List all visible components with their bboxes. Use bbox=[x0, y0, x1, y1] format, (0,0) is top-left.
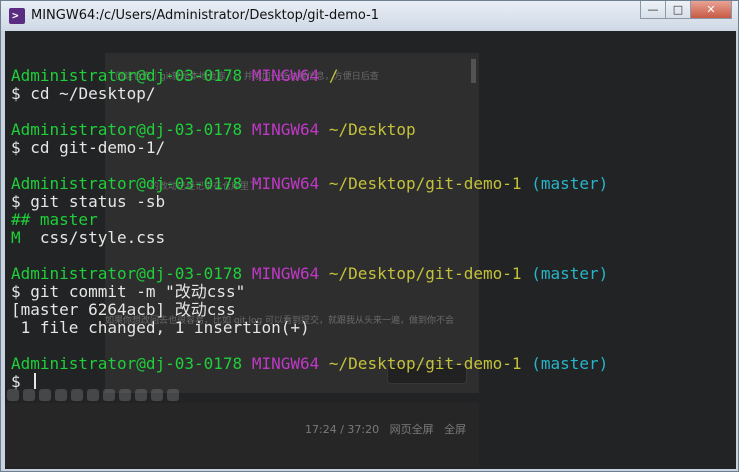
command-line: $ cd git-demo-1/ bbox=[11, 139, 608, 157]
command-line: $ git commit -m "改动css" bbox=[11, 283, 608, 301]
prompt-branch: (master) bbox=[531, 264, 609, 283]
prompt-path: / bbox=[328, 66, 339, 85]
prompt-path: ~/Desktop bbox=[328, 120, 416, 139]
background-time-readout: 17:24 / 37:20 bbox=[305, 423, 380, 436]
terminal-area[interactable]: 创建仓库｜git就是本地仓库｜，并添加一些注释信息，方便日后查 的改动已经记录在… bbox=[5, 31, 736, 469]
command-text: git commit -m "改动css" bbox=[30, 282, 246, 301]
prompt-line: Administrator@dj-03-0178 MINGW64 ~/Deskt… bbox=[11, 121, 608, 139]
prompt-user-host: Administrator@dj-03-0178 bbox=[11, 354, 243, 373]
prompt-line: Administrator@dj-03-0178 MINGW64 / bbox=[11, 67, 608, 85]
output-line: M css/style.css bbox=[11, 229, 608, 247]
close-button[interactable]: ✕ bbox=[690, 1, 732, 19]
prompt-env: MINGW64 bbox=[251, 174, 320, 193]
output-text: ## master bbox=[11, 210, 98, 229]
output-text: M bbox=[11, 228, 21, 247]
minimize-button[interactable]: — bbox=[640, 1, 666, 19]
prompt-env: MINGW64 bbox=[251, 120, 320, 139]
prompt-branch: (master) bbox=[531, 174, 609, 193]
output-text: css/style.css bbox=[20, 228, 166, 247]
command-text: cd ~/Desktop/ bbox=[30, 84, 156, 103]
output-text: [master 6264acb] 改动css bbox=[11, 300, 236, 319]
output-line: 1 file changed, 1 insertion(+) bbox=[11, 319, 608, 337]
prompt-branch: (master) bbox=[531, 354, 609, 373]
terminal-output: Administrator@dj-03-0178 MINGW64 /$ cd ~… bbox=[11, 49, 608, 391]
prompt-symbol: $ bbox=[11, 192, 21, 211]
prompt-symbol: $ bbox=[11, 84, 21, 103]
background-webfullscreen-label: 网页全屏 bbox=[389, 423, 434, 436]
title-bar[interactable]: > MINGW64:/c/Users/Administrator/Desktop… bbox=[1, 1, 738, 31]
command-line: $ cd ~/Desktop/ bbox=[11, 85, 608, 103]
background-fullscreen-label: 全屏 bbox=[444, 423, 467, 436]
maximize-button[interactable]: □ bbox=[665, 1, 691, 19]
command-text: cd git-demo-1/ bbox=[30, 138, 166, 157]
output-line: ## master bbox=[11, 211, 608, 229]
prompt-symbol: $ bbox=[11, 138, 21, 157]
text-cursor[interactable] bbox=[34, 373, 37, 389]
command-text: git status -sb bbox=[30, 192, 166, 211]
prompt-user-host: Administrator@dj-03-0178 bbox=[11, 264, 243, 283]
prompt-line: Administrator@dj-03-0178 MINGW64 ~/Deskt… bbox=[11, 175, 608, 193]
prompt-path: ~/Desktop/git-demo-1 bbox=[328, 264, 522, 283]
prompt-path: ~/Desktop/git-demo-1 bbox=[328, 174, 522, 193]
command-line: $ bbox=[11, 373, 608, 391]
prompt-symbol: $ bbox=[11, 282, 21, 301]
prompt-user-host: Administrator@dj-03-0178 bbox=[11, 174, 243, 193]
mingw-app-icon: > bbox=[9, 8, 25, 24]
terminal-window: > MINGW64:/c/Users/Administrator/Desktop… bbox=[0, 0, 739, 472]
command-line: $ git status -sb bbox=[11, 193, 608, 211]
prompt-env: MINGW64 bbox=[251, 354, 320, 373]
prompt-symbol: $ bbox=[11, 372, 21, 391]
prompt-env: MINGW64 bbox=[251, 66, 320, 85]
prompt-env: MINGW64 bbox=[251, 264, 320, 283]
prompt-user-host: Administrator@dj-03-0178 bbox=[11, 66, 243, 85]
prompt-line: Administrator@dj-03-0178 MINGW64 ~/Deskt… bbox=[11, 265, 608, 283]
background-player-time: 17:24 / 37:20 网页全屏 全屏 bbox=[305, 421, 466, 437]
prompt-user-host: Administrator@dj-03-0178 bbox=[11, 120, 243, 139]
output-text: 1 file changed, 1 insertion(+) bbox=[11, 318, 310, 337]
window-controls: — □ ✕ bbox=[640, 1, 732, 19]
prompt-path: ~/Desktop/git-demo-1 bbox=[328, 354, 522, 373]
window-title: MINGW64:/c/Users/Administrator/Desktop/g… bbox=[31, 8, 380, 23]
prompt-line: Administrator@dj-03-0178 MINGW64 ~/Deskt… bbox=[11, 355, 608, 373]
output-line: [master 6264acb] 改动css bbox=[11, 301, 608, 319]
